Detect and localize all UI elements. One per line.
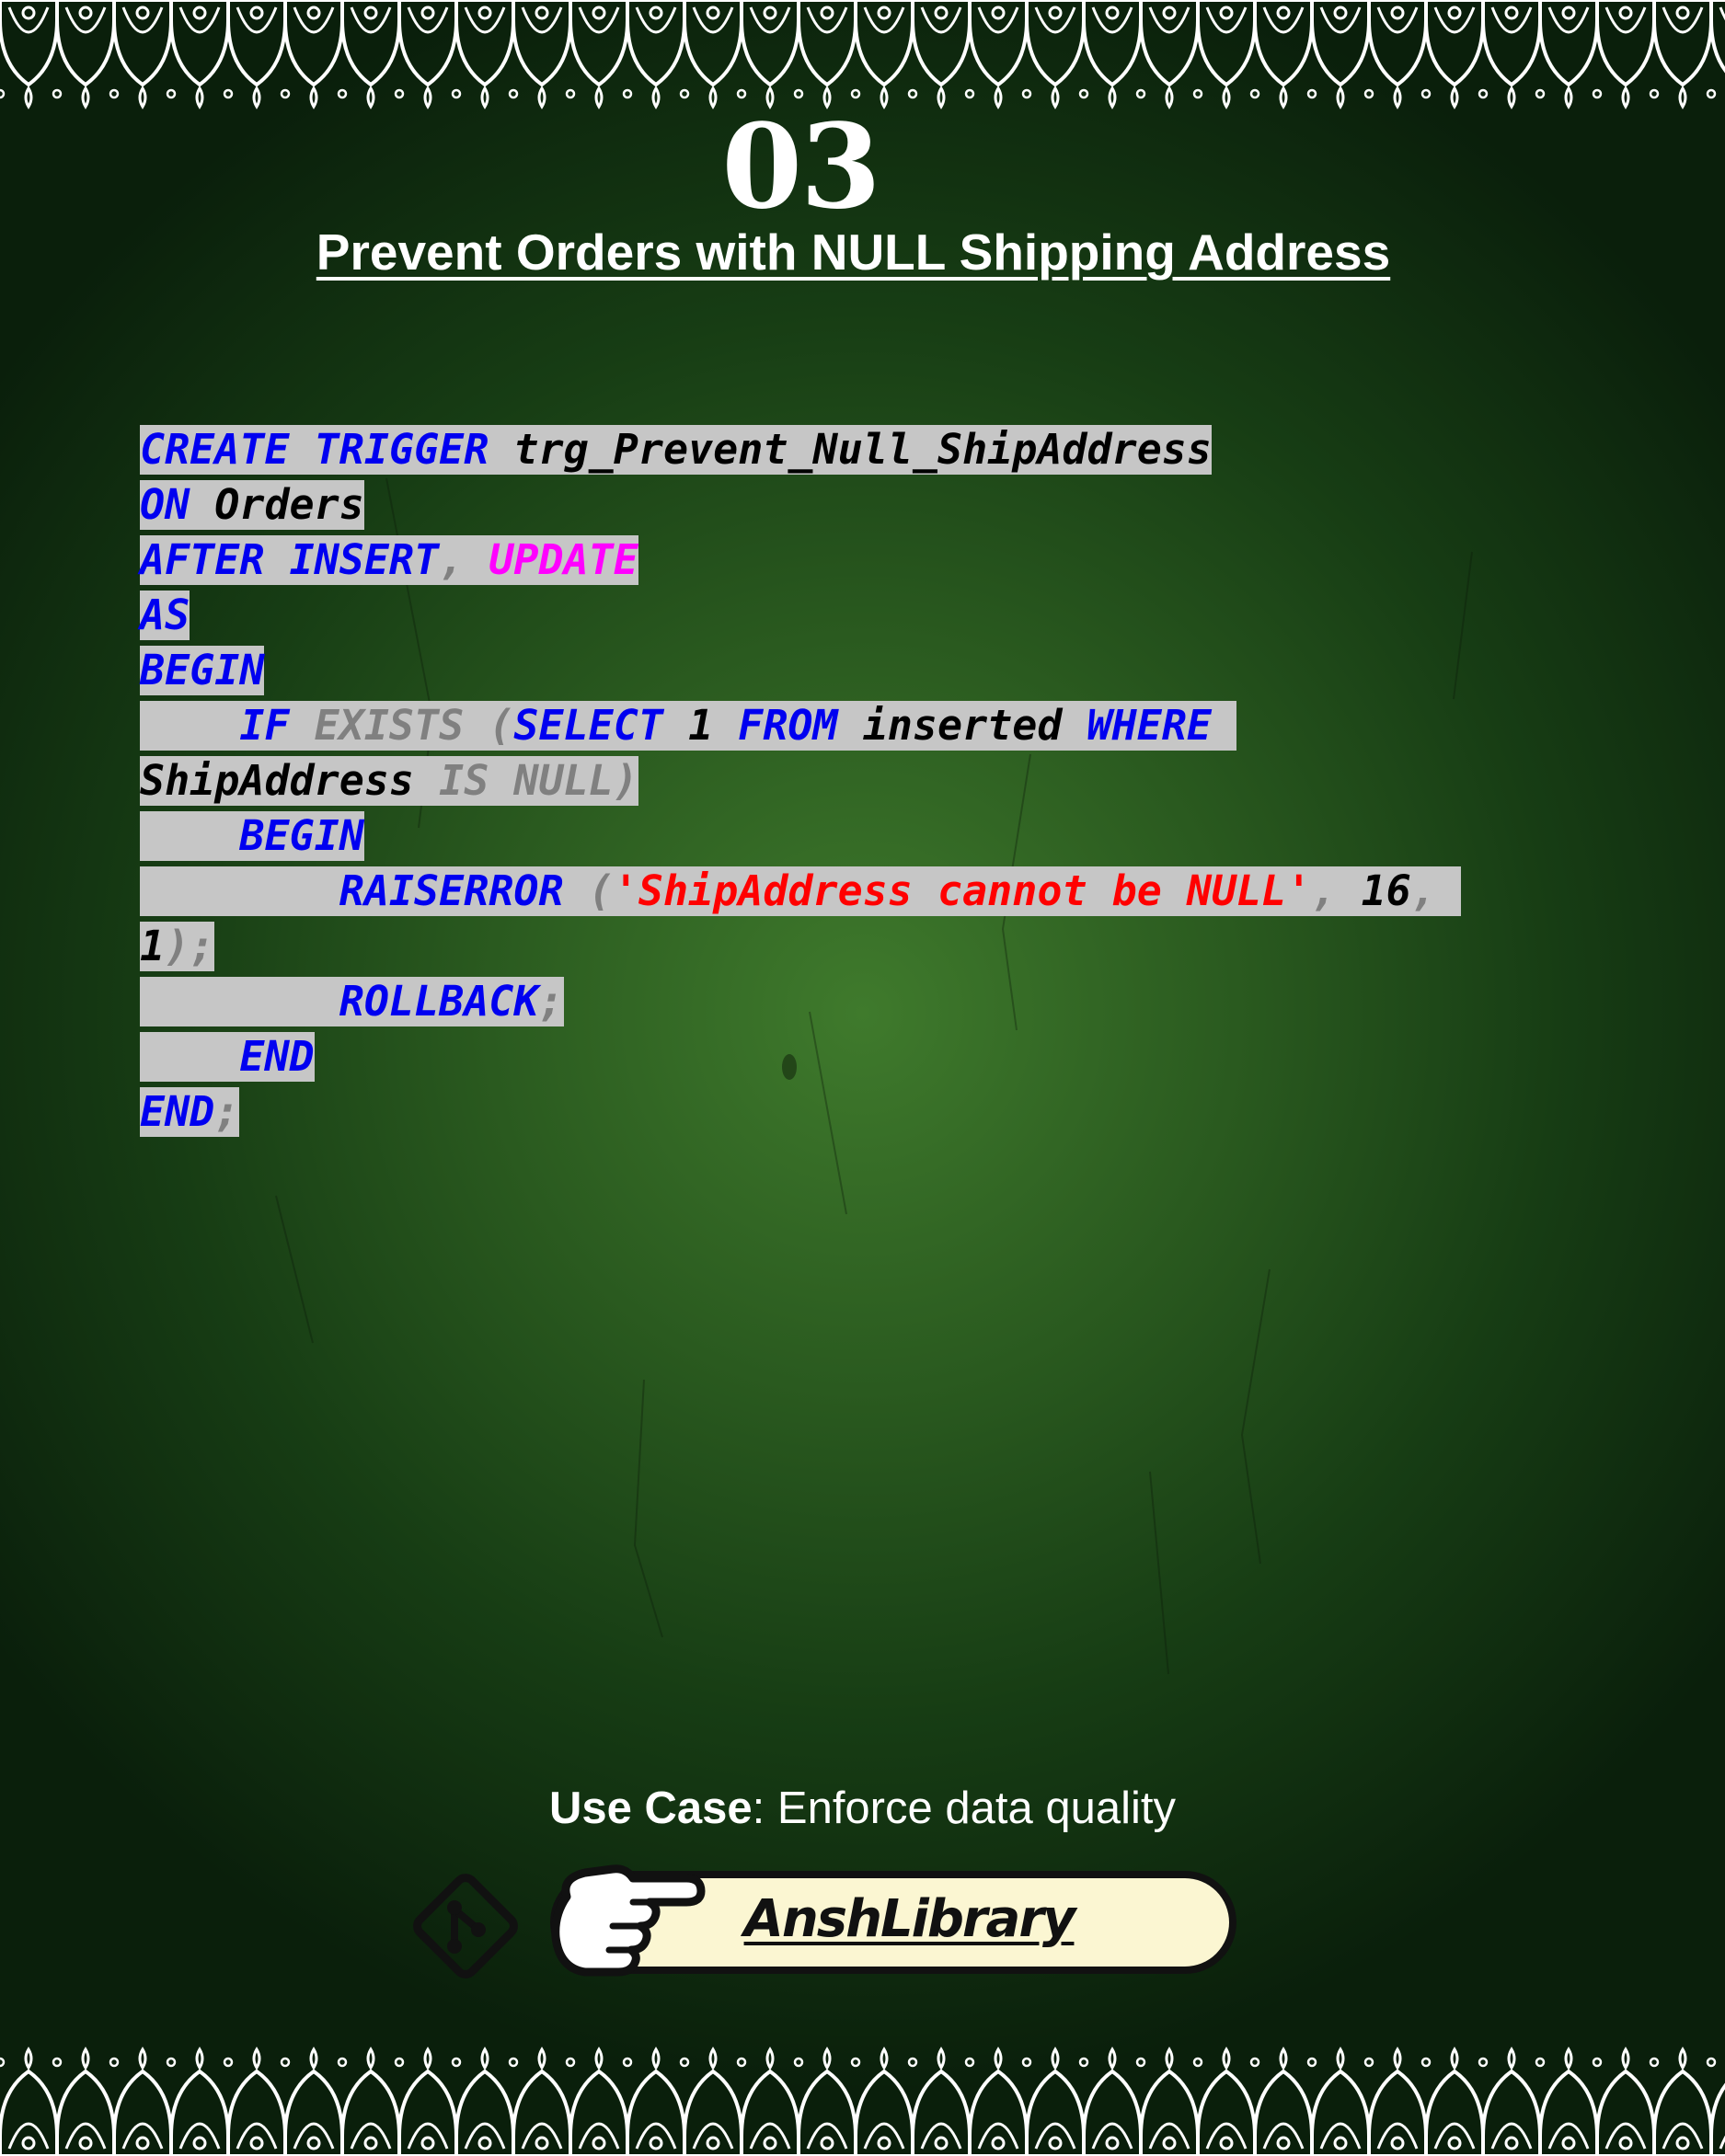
code-token: trg_Prevent_Null_ShipAddress [513, 425, 1212, 474]
code-token: 1 [140, 922, 166, 970]
code-line: 1); [140, 922, 1461, 977]
use-case-label: Use Case [549, 1783, 753, 1833]
slide-number: 03 [721, 98, 880, 235]
code-line: IF EXISTS (SELECT 1 FROM inserted WHERE [140, 701, 1461, 756]
code-token: IF [239, 701, 290, 750]
use-case-line: Use Case: Enforce data quality [0, 1783, 1725, 1834]
code-line: ShipAddress IS NULL) [140, 756, 1461, 811]
slide-title: Prevent Orders with NULL Shipping Addres… [316, 224, 1391, 281]
use-case-text: : Enforce data quality [752, 1783, 1176, 1833]
code-line: BEGIN [140, 646, 1461, 701]
code-token: FROM [738, 701, 838, 750]
code-line-highlight: END; [140, 1087, 240, 1137]
code-token: END [140, 1087, 215, 1136]
code-line-highlight: ROLLBACK; [140, 977, 564, 1026]
code-token: ON [140, 480, 190, 529]
code-line-highlight: BEGIN [140, 811, 364, 861]
code-line-highlight: RAISERROR ('ShipAddress cannot be NULL',… [140, 866, 1461, 916]
code-line-highlight: IF EXISTS (SELECT 1 FROM inserted WHERE [140, 701, 1237, 751]
code-token: BEGIN [140, 646, 265, 694]
code-token: ( [563, 866, 614, 915]
code-line-highlight: 1); [140, 922, 215, 971]
code-token: TRIGGER [314, 425, 489, 474]
sql-code-block: CREATE TRIGGER trg_Prevent_Null_ShipAddr… [140, 425, 1461, 1142]
code-token: ( [464, 701, 514, 750]
code-token: END [239, 1032, 315, 1081]
code-line: ROLLBACK; [140, 977, 1461, 1032]
code-token: ROLLBACK [339, 977, 539, 1026]
code-token: ; [538, 977, 564, 1026]
code-token: ; [214, 1087, 240, 1136]
code-token: inserted [862, 701, 1063, 750]
code-token: AFTER [140, 535, 265, 584]
code-line-highlight: END [140, 1032, 315, 1082]
code-token: CREATE [140, 425, 290, 474]
code-token: 1 [688, 701, 714, 750]
code-token: RAISERROR [339, 866, 564, 915]
pointing-hand-icon [551, 1864, 706, 1977]
code-token: INSERT [289, 535, 440, 584]
code-token: 16 [1361, 866, 1411, 915]
code-token: AS [140, 591, 190, 639]
code-token: 'ShipAddress cannot be NULL' [613, 866, 1312, 915]
code-token: SELECT [513, 701, 663, 750]
code-token: ) [613, 756, 638, 805]
git-icon [413, 1874, 518, 1978]
bottom-ornament-border [0, 2036, 1725, 2156]
code-line: CREATE TRIGGER trg_Prevent_Null_ShipAddr… [140, 425, 1461, 480]
code-line-highlight: AFTER INSERT, UPDATE [140, 535, 638, 585]
code-token: ShipAddress [140, 756, 415, 805]
code-token: EXISTS [314, 701, 465, 750]
code-token: UPDATE [489, 535, 638, 584]
code-line-highlight: BEGIN [140, 646, 265, 695]
code-token: NULL [513, 756, 614, 805]
code-line: BEGIN [140, 811, 1461, 866]
code-line-highlight: AS [140, 591, 190, 640]
code-line: END; [140, 1087, 1461, 1142]
code-line: ON Orders [140, 480, 1461, 535]
code-line: END [140, 1032, 1461, 1087]
code-line-highlight: ON Orders [140, 480, 364, 530]
code-token: , [1311, 866, 1362, 915]
code-line: AFTER INSERT, UPDATE [140, 535, 1461, 591]
code-token: IS [439, 756, 489, 805]
code-token: WHERE [1087, 701, 1213, 750]
brand-name: AnshLibrary [743, 1889, 1076, 1949]
code-token: , [439, 535, 489, 584]
code-line-highlight: ShipAddress IS NULL) [140, 756, 638, 806]
code-line-highlight: CREATE TRIGGER trg_Prevent_Null_ShipAddr… [140, 425, 1212, 475]
code-line: AS [140, 591, 1461, 646]
code-token: , [1410, 866, 1461, 915]
code-token: Orders [214, 480, 364, 529]
code-token: BEGIN [239, 811, 364, 860]
code-token: ); [165, 922, 215, 970]
code-line: RAISERROR ('ShipAddress cannot be NULL',… [140, 866, 1461, 922]
